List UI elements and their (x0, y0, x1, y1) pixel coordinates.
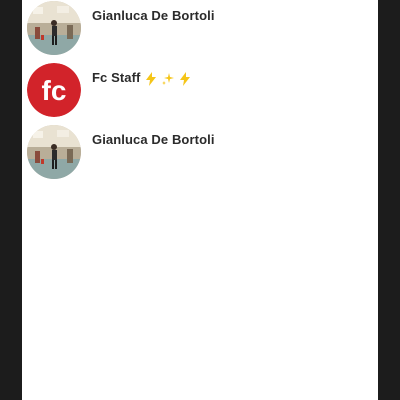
list-item[interactable]: Gianluca De Bortoli (27, 125, 367, 181)
lightning-icon (145, 71, 157, 86)
avatar[interactable] (27, 125, 81, 179)
list-item[interactable]: Gianluca De Bortoli (27, 1, 367, 57)
avatar[interactable] (27, 1, 81, 55)
contact-name: Gianluca De Bortoli (92, 132, 215, 147)
emoji-group (145, 71, 191, 86)
contact-list-screen: Gianluca De Bortoli fc Fc Staff Gianluca… (22, 0, 378, 400)
contact-name: Fc Staff (92, 70, 191, 86)
gym-photo-avatar (27, 125, 81, 179)
sparkles-icon (161, 72, 175, 86)
list-item[interactable]: fc Fc Staff (27, 63, 367, 119)
fc-logo-text: fc (42, 75, 67, 106)
contact-name-text: Fc Staff (92, 70, 141, 85)
contact-name: Gianluca De Bortoli (92, 8, 215, 23)
fc-logo-avatar: fc (27, 63, 81, 117)
gym-photo-avatar (27, 1, 81, 55)
lightning-icon (179, 71, 191, 86)
avatar[interactable]: fc (27, 63, 81, 117)
